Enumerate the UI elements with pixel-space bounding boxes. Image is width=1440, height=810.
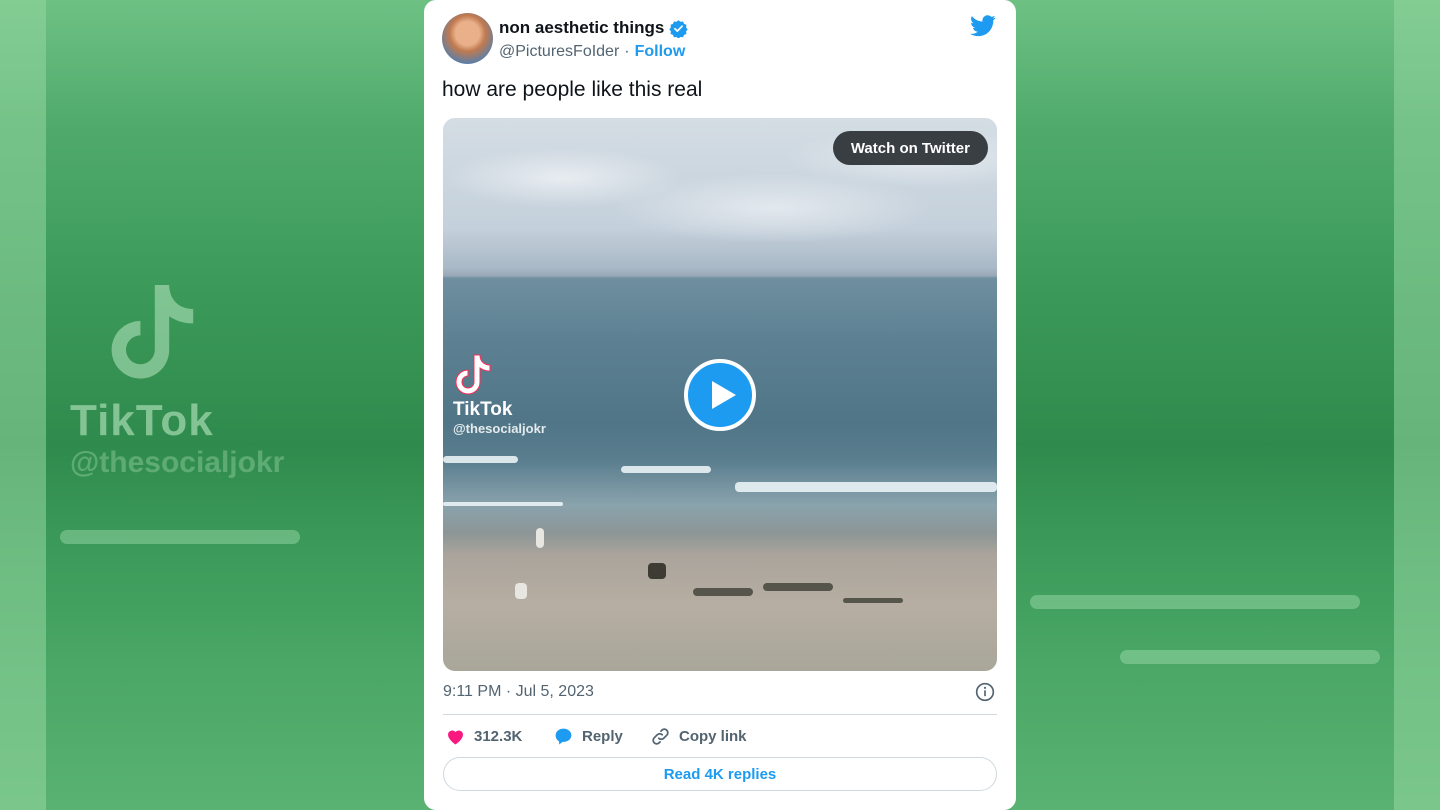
background-wave [60, 530, 300, 544]
video-wave [621, 466, 711, 473]
watch-on-twitter-button[interactable]: Watch on Twitter [832, 131, 988, 165]
tiktok-brand: TikTok [453, 399, 513, 420]
tweet-card: non aesthetic things @PicturesFoIder · F… [424, 0, 1016, 810]
link-icon [652, 727, 669, 745]
video-rock [843, 598, 903, 603]
author-handle-row: @PicturesFoIder · Follow [499, 43, 685, 61]
tiktok-watermark-icon [111, 285, 194, 379]
background-stripe-left [0, 0, 46, 810]
tiktok-handle: @thesocialjokr [453, 421, 546, 436]
video-rock [763, 583, 833, 591]
video-wave [443, 502, 563, 506]
like-count: 312.3K [474, 727, 523, 745]
play-icon[interactable] [684, 359, 756, 431]
copy-link-label: Copy link [679, 727, 747, 745]
video-rock [693, 588, 753, 596]
background-tiktok-handle: @thesocialjokr [70, 446, 285, 479]
video-beach-figure [536, 528, 544, 548]
video-beach-figure [648, 563, 666, 579]
reply-label: Reply [582, 727, 623, 745]
tiktok-logo-icon [455, 354, 491, 395]
read-replies-button[interactable]: Read 4K replies [443, 757, 997, 791]
author-name[interactable]: non aesthetic things [499, 18, 664, 38]
divider [443, 714, 997, 715]
background-wave [1120, 650, 1380, 664]
follow-button[interactable]: Follow [635, 43, 686, 61]
avatar[interactable] [442, 13, 493, 64]
tweet-text: how are people like this real [442, 78, 703, 101]
copy-link-button[interactable]: Copy link [650, 724, 747, 748]
background-tiktok-brand: TikTok [70, 396, 214, 445]
author-name-row: non aesthetic things [499, 18, 688, 38]
author-handle[interactable]: @PicturesFoIder [499, 43, 619, 61]
background-wave [1030, 595, 1360, 609]
background-stripe-right [1394, 0, 1440, 810]
video-beach-figure [515, 583, 527, 599]
twitter-bird-icon[interactable] [970, 15, 996, 37]
heart-icon [448, 730, 463, 744]
tweet-timestamp[interactable]: 9:11 PM · Jul 5, 2023 [443, 683, 594, 701]
video-wave [443, 456, 518, 463]
video-wave [735, 482, 997, 492]
tweet-video[interactable]: TikTok @thesocialjokr Watch on Twitter [443, 118, 997, 671]
reply-bubble-icon [555, 728, 572, 745]
reply-button[interactable]: Reply [553, 724, 623, 748]
like-button[interactable]: 312.3K [445, 724, 522, 748]
info-icon[interactable] [975, 682, 995, 702]
handle-separator: · [624, 43, 630, 60]
verified-badge-icon [669, 19, 688, 38]
